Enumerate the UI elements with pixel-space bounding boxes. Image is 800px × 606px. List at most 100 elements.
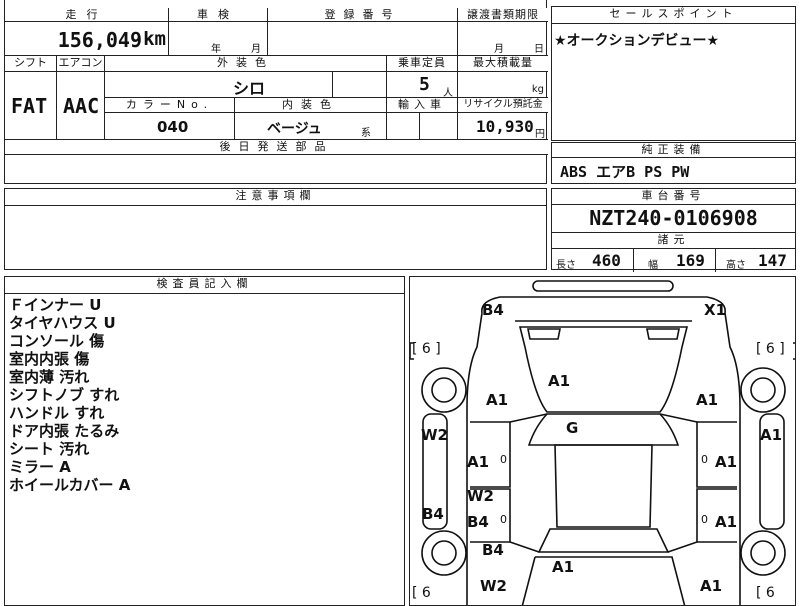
inspection-header: 車検 [169,8,268,22]
inspection-cell: 年 月 [169,22,268,56]
interior-color-header: 内装色 [235,98,387,113]
recycle-fee-cell: 10,930 円 [458,113,548,140]
length-label: 長さ [556,260,576,271]
height-cell: 高さ 147 [716,249,795,272]
color-no-header: カラーNo. [105,98,235,113]
shift-cell: FAT [5,72,57,140]
car-body-outline [466,296,741,605]
import-header: 輸入車 [387,98,458,113]
chassis-box: 車台番号 NZT240-0106908 諸元 長さ 460 幅 169 高さ 1… [551,188,796,272]
mileage-value: 156,049 [57,28,142,52]
rear-left-wheel-outer [421,530,467,576]
ac-cell: AAC [57,72,105,140]
inspection-month: 月 [251,44,261,55]
inspector-notes: Ｆインナー U タイヤハウス U コンソール 傷 室内内張 傷 室内薄 汚れ シ… [5,294,404,494]
transfer-day: 日 [534,44,544,55]
note-line: ホイールカバー A [9,476,131,494]
car-diagram [410,280,795,605]
tire-mark-front-left: [ 6 ] [412,341,441,357]
import-cell-b [420,113,458,140]
damage-code-trunk: A1 [552,558,575,576]
damage-code-left-rocker: B4 [422,505,444,523]
genuine-equipment-value: ABS エアB PS PW [560,163,690,181]
damage-code-windshield: G [566,419,579,437]
length-value: 460 [592,251,621,270]
front-left-wheel-inner [431,377,457,403]
zero-mark-left: 0 [500,453,507,466]
inspector-box: 検査員記入欄 Ｆインナー U タイヤハウス U コンソール 傷 室内内張 傷 室… [4,276,405,606]
note-line: 室内薄 汚れ [9,368,90,386]
ac-header: エアコン [57,56,105,72]
rear-right-wheel-outer [740,530,786,576]
rear-left-wheel-inner [431,540,457,566]
note-line: タイヤハウス U [9,314,116,332]
grille-right [646,328,680,340]
damage-map-box: [ 6 ] [ 6 ] [ 6 [ 6 B4 X1 A1 A1 A1 G W2 … [409,276,796,606]
max-load-cell: kg [458,72,548,98]
damage-code-rear-door-left-w: W2 [467,487,494,505]
recycle-fee-header: リサイクル預託金 [458,98,548,113]
damage-code-right-side-panel: A1 [760,426,783,444]
max-load-header: 最大積載量 [458,56,548,72]
damage-code-rear-left: W2 [480,577,507,595]
shift-value: FAT [11,94,48,118]
width-cell: 幅 169 [634,249,716,272]
damage-code-front-right: X1 [704,301,727,319]
registration-cell [268,22,458,56]
sales-point-header: セールスポイント [552,7,795,24]
roof-outline [554,444,653,528]
capacity-unit: 人 [443,88,453,99]
capacity-cell: 5 人 [387,72,458,99]
caution-box: 注意事項欄 [4,188,547,270]
height-label: 高さ [726,260,746,271]
note-line: コンソール 傷 [9,332,105,350]
note-line: Ｆインナー U [9,296,102,314]
mileage-cell: 156,049 km [5,22,169,56]
front-right-wheel-inner [750,377,776,403]
damage-code-rear-quarter-left: B4 [482,541,504,559]
width-value: 169 [676,251,705,270]
tire-mark-front-right: [ 6 ] [756,341,785,357]
transfer-deadline-cell: 月 日 [458,22,548,56]
mileage-unit: km [143,28,166,50]
capacity-value: 5 [419,74,430,95]
sales-point-text: ★オークションデビュー★ [554,33,720,49]
recycle-fee-unit: 円 [535,129,545,140]
inspection-year: 年 [211,44,221,55]
trunk-outline [521,556,686,605]
sales-point-box: セールスポイント ★オークションデビュー★ [551,6,796,141]
mileage-header: 走行 [5,8,169,22]
color-no-value: 040 [157,118,189,136]
exterior-color-cell: シロ [105,72,333,98]
damage-code-front-left: B4 [482,301,504,319]
rear-pillar-line [509,541,698,553]
width-label: 幅 [648,260,658,271]
note-line: ミラー A [9,458,71,476]
spec-header: 諸元 [552,233,795,249]
windshield-outline [527,413,680,446]
damage-code-left-side-panel: W2 [421,426,448,444]
height-value: 147 [758,251,787,270]
damage-code-rear-right: A1 [700,577,723,595]
exterior-color-extra-cell [333,72,387,98]
import-cell-a [387,113,420,140]
tire-mark-rear-left: [ 6 [412,585,431,601]
color-no-cell: 040 [105,113,235,140]
damage-code-fender-right: A1 [696,391,719,409]
chassis-number: NZT240-0106908 [552,205,795,233]
transfer-deadline-header: 譲渡書類期限 [458,8,548,22]
length-cell: 長さ 460 [552,249,634,272]
front-right-wheel-outer [740,367,786,413]
interior-color-value: ベージュ [267,121,322,137]
front-left-wheel-outer [421,367,467,413]
damage-code-rear-door-right: A1 [715,513,738,531]
front-pillar-line [509,413,698,423]
caution-header: 注意事項欄 [5,189,546,206]
rear-window-outline [537,528,670,553]
grille-left [527,328,561,340]
exterior-color-value: シロ [233,79,266,98]
vehicle-info-block: 走行 車検 登録番号 譲渡書類期限 156,049 km 年 月 月 日 シフト… [4,0,548,184]
ac-value: AAC [63,94,100,118]
damage-code-fender-left: A1 [486,391,509,409]
damage-code-hood: A1 [548,372,571,390]
